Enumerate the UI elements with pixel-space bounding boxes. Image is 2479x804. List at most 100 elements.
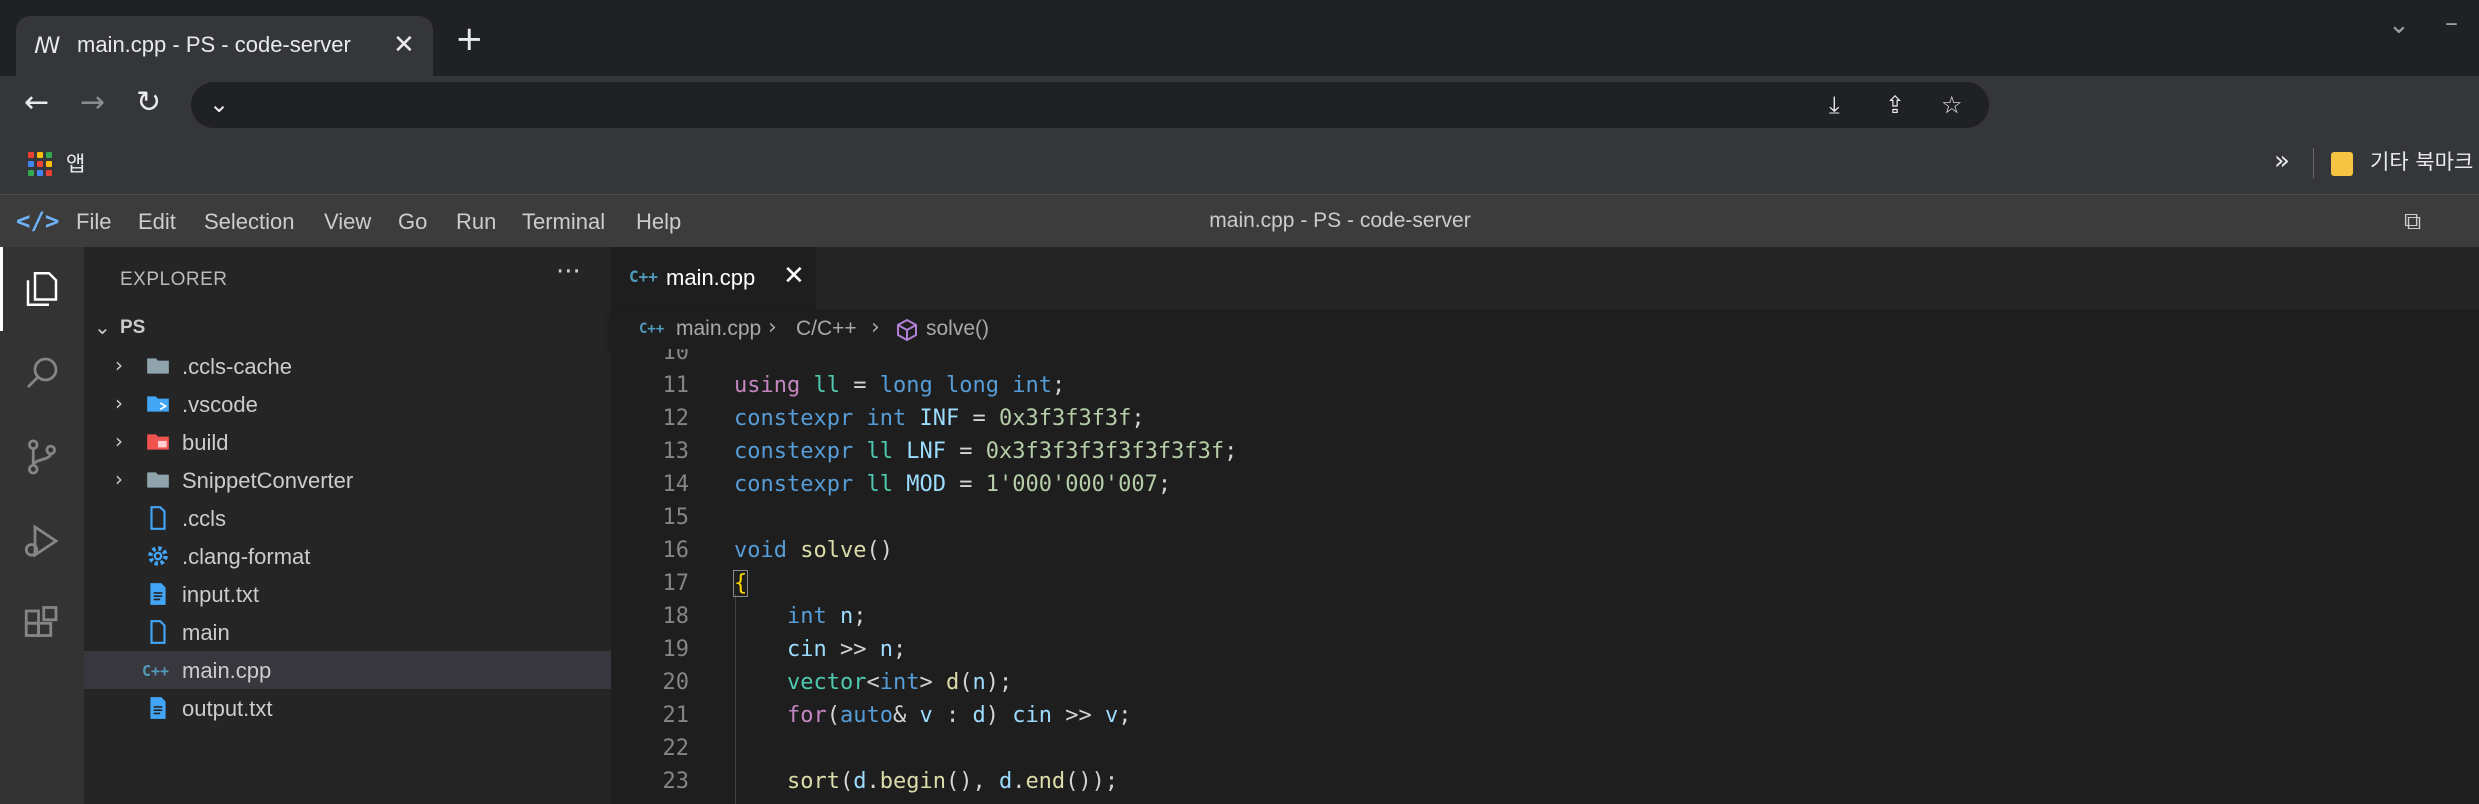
code-line[interactable]: 15 — [611, 501, 2479, 534]
chevron-right-icon: › — [768, 315, 777, 340]
code-text: for(auto& v : d) cin >> v; — [786, 703, 1132, 728]
run-debug-icon[interactable] — [0, 499, 84, 583]
vscode-title-bar: </> File Edit Selection View Go Run Term… — [0, 195, 2479, 247]
folder-icon — [147, 358, 169, 374]
bookmark-star-icon[interactable]: ☆ — [1941, 91, 1963, 119]
forward-icon[interactable]: → — [80, 88, 105, 118]
tree-item-label: .clang-format — [182, 544, 311, 569]
browser-toolbar: ← → ↻ ⌄ ⤓ ⇪ ☆ — [0, 76, 2479, 134]
folder-icon — [147, 472, 169, 488]
search-icon[interactable] — [0, 331, 84, 415]
browser-tab-strip: ꟿ main.cpp - PS - code-server ✕ + ⌄ – — [0, 0, 2479, 76]
code-line[interactable]: 17 { — [611, 567, 2479, 600]
vscode-folder-icon — [147, 396, 169, 412]
tree-item-label: .ccls — [182, 506, 226, 531]
chevron-right-icon: › — [115, 467, 123, 491]
code-line[interactable]: 16 void solve() — [611, 534, 2479, 567]
line-number: 17 — [662, 571, 690, 596]
explorer-sidebar: EXPLORER ··· ⌄ PS › .ccls-cache › .vscod… — [84, 247, 611, 804]
breadcrumb-language[interactable]: C/C++ — [796, 317, 857, 341]
chevron-down-icon: ⌄ — [94, 315, 111, 339]
close-icon[interactable]: ✕ — [783, 261, 805, 291]
tab-search-chevron-icon[interactable]: ⌄ — [2388, 10, 2410, 40]
code-line[interactable]: 14 constexpr ll MOD = 1'000'000'007; — [611, 468, 2479, 501]
code-text: vector<int> d(n); — [786, 670, 1013, 695]
tree-item-label: main — [182, 620, 230, 645]
breadcrumb: C++ main.cpp › C/C++ › solve() — [611, 309, 2479, 349]
folder-icon — [2331, 152, 2353, 176]
method-cube-icon — [897, 318, 917, 342]
extensions-icon[interactable] — [0, 583, 84, 667]
more-actions-button[interactable]: ··· — [556, 257, 581, 287]
code-line[interactable]: 13 constexpr ll LNF = 0x3f3f3f3f3f3f3f3f; — [611, 435, 2479, 468]
window-title: main.cpp - PS - code-server — [1209, 209, 1471, 232]
explorer-title: EXPLORER — [120, 269, 228, 290]
share-icon[interactable]: ⇪ — [1885, 91, 1905, 119]
file-icon — [150, 620, 166, 644]
tree-item-label: build — [182, 430, 229, 455]
new-tab-button[interactable]: + — [455, 22, 484, 56]
chevron-right-icon: › — [115, 429, 123, 453]
bookmarks-divider — [2313, 148, 2314, 178]
code-text: { — [732, 570, 749, 597]
code-line[interactable]: 22 — [611, 732, 2479, 765]
tree-item-input-txt[interactable]: input.txt — [84, 575, 611, 613]
breadcrumb-symbol[interactable]: solve() — [926, 317, 989, 341]
breadcrumb-file[interactable]: main.cpp — [676, 317, 761, 341]
chevron-right-icon: › — [115, 391, 123, 415]
editor-tab-label: main.cpp — [666, 265, 756, 290]
code-editor[interactable]: 10 11 using ll = long long int; 12 constexpr… — [611, 349, 2479, 804]
code-text: constexpr ll MOD = 1'000'000'007; — [734, 472, 1172, 497]
apps-bookmark-label[interactable]: 앱 — [66, 148, 85, 178]
code-text: constexpr ll LNF = 0x3f3f3f3f3f3f3f3f; — [734, 439, 1238, 464]
code-line[interactable]: 10 — [611, 349, 2479, 369]
minimize-window-icon[interactable]: – — [2445, 8, 2458, 38]
line-number: 15 — [662, 505, 690, 530]
explorer-icon[interactable] — [0, 247, 84, 331]
line-number: 18 — [662, 604, 690, 629]
bookmarks-overflow-button[interactable]: » — [2274, 146, 2290, 176]
line-number: 20 — [662, 670, 690, 695]
close-tab-icon[interactable]: ✕ — [393, 30, 415, 60]
tree-item-ccls[interactable]: .ccls — [84, 499, 611, 537]
code-line[interactable]: 19 cin >> n; — [611, 633, 2479, 666]
code-line[interactable]: 12 constexpr int INF = 0x3f3f3f3f; — [611, 402, 2479, 435]
code-line[interactable]: 18 int n; — [611, 600, 2479, 633]
code-line[interactable]: 23 sort(d.begin(), d.end()); — [611, 765, 2479, 798]
chevron-down-icon[interactable]: ⌄ — [209, 90, 229, 118]
apps-grid-icon[interactable] — [28, 152, 52, 176]
install-app-icon[interactable]: ⤓ — [1829, 91, 1840, 119]
code-text: sort(d.begin(), d.end()); — [786, 769, 1119, 794]
bookmarks-bar: 앱 » 기타 북마크 — [0, 134, 2479, 195]
layout-icon[interactable]: ⧉ — [2404, 207, 2421, 235]
code-line[interactable]: 21 for(auto& v : d) cin >> v; — [611, 699, 2479, 732]
tree-item-label: output.txt — [182, 696, 273, 721]
address-bar[interactable]: ⌄ ⤓ ⇪ ☆ — [191, 82, 1989, 128]
source-control-icon[interactable] — [0, 415, 84, 499]
code-line[interactable]: 20 vector<int> d(n); — [611, 666, 2479, 699]
browser-tab[interactable]: ꟿ main.cpp - PS - code-server ✕ — [16, 16, 433, 76]
tree-item-clang-format[interactable]: .clang-format — [84, 537, 611, 575]
text-file-icon — [150, 583, 166, 605]
back-icon[interactable]: ← — [24, 88, 49, 118]
line-number: 11 — [662, 373, 690, 398]
chevron-right-icon: › — [115, 353, 123, 377]
tree-item-snippetconverter[interactable]: › SnippetConverter — [84, 461, 611, 499]
tree-item-build[interactable]: › build — [84, 423, 611, 461]
tree-item-ccls-cache[interactable]: › .ccls-cache — [84, 347, 611, 385]
line-number: 13 — [662, 439, 690, 464]
editor-tab-bar: C++ main.cpp ✕ — [611, 247, 2479, 309]
other-bookmarks-button[interactable]: 기타 북마크 — [2370, 146, 2473, 176]
tree-item-main-cpp[interactable]: C++ main.cpp — [84, 651, 611, 689]
code-line[interactable]: 11 using ll = long long int; — [611, 369, 2479, 402]
tree-item-output-txt[interactable]: output.txt — [84, 689, 611, 727]
tree-item-vscode[interactable]: › .vscode — [84, 385, 611, 423]
cpp-file-icon: C++ — [629, 267, 658, 286]
reload-icon[interactable]: ↻ — [136, 88, 161, 118]
workspace-root-row[interactable]: ⌄ PS — [84, 311, 611, 347]
tree-item-main[interactable]: main — [84, 613, 611, 651]
cpp-file-icon: C++ — [142, 662, 170, 680]
code-server-favicon-icon: ꟿ — [34, 34, 61, 59]
cpp-file-icon: C++ — [639, 321, 665, 337]
editor-tab-main-cpp[interactable]: C++ main.cpp ✕ — [611, 247, 816, 309]
